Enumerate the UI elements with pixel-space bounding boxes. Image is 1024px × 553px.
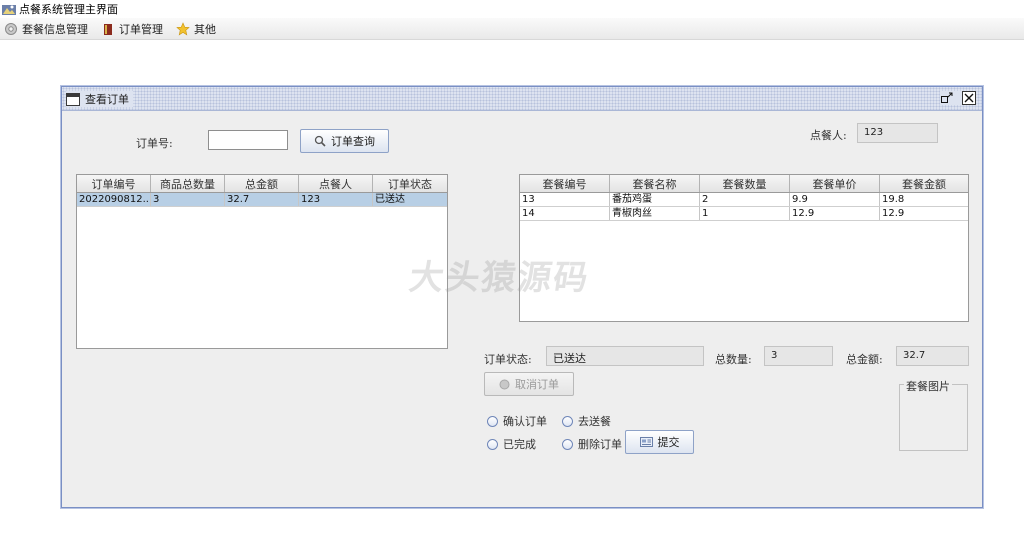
total-qty-label: 总数量: — [715, 353, 752, 366]
radio-confirm-order[interactable]: 确认订单 — [487, 413, 547, 429]
col-package-id[interactable]: 套餐编号 — [520, 175, 610, 192]
col-package-qty[interactable]: 套餐数量 — [700, 175, 790, 192]
total-amount-label: 总金额: — [846, 353, 883, 366]
items-table[interactable]: 套餐编号 套餐名称 套餐数量 套餐单价 套餐金额 13 番茄鸡蛋 2 9.9 1… — [519, 174, 969, 322]
items-table-header: 套餐编号 套餐名称 套餐数量 套餐单价 套餐金额 — [520, 175, 968, 193]
order-status-label: 订单状态: — [484, 353, 532, 366]
frame-titlebar[interactable]: 查看订单 — [62, 87, 982, 111]
col-total-amount[interactable]: 总金额 — [225, 175, 299, 192]
window-titlebar: 点餐系统管理主界面 — [0, 0, 345, 18]
orders-table[interactable]: 订单编号 商品总数量 总金额 点餐人 订单状态 2022090812... 3 … — [76, 174, 448, 349]
radio-completed-label: 已完成 — [503, 438, 536, 451]
cell-amount: 32.7 — [225, 193, 299, 206]
app-icon — [2, 3, 16, 15]
cell-package-name: 青椒肉丝 — [610, 207, 700, 220]
table-row[interactable]: 2022090812... 3 32.7 123 已送达 — [77, 193, 447, 207]
cell-package-amount: 19.8 — [882, 194, 905, 205]
menubar: 套餐信息管理 订单管理 其他 — [0, 18, 1024, 40]
col-customer[interactable]: 点餐人 — [299, 175, 373, 192]
search-icon — [314, 135, 326, 147]
close-icon[interactable] — [962, 91, 976, 105]
cell-customer: 123 — [299, 193, 373, 206]
cell-package-name: 番茄鸡蛋 — [610, 193, 700, 206]
card-icon — [639, 437, 653, 447]
cell-order-id: 2022090812... — [79, 193, 151, 206]
cell-package-qty: 1 — [700, 207, 790, 220]
book-icon — [101, 22, 115, 36]
cell-status: 已送达 — [375, 194, 405, 205]
radio-confirm-order-label: 确认订单 — [503, 415, 547, 428]
col-total-qty[interactable]: 商品总数量 — [151, 175, 225, 192]
order-query-label: 订单查询 — [331, 135, 375, 148]
cell-qty: 3 — [151, 193, 225, 206]
radio-deliver-label: 去送餐 — [578, 415, 611, 428]
cell-package-id: 13 — [520, 193, 610, 206]
menu-order-management-label: 订单管理 — [119, 22, 163, 36]
radio-circle[interactable] — [487, 415, 498, 427]
col-order-status[interactable]: 订单状态 — [373, 175, 447, 192]
cell-package-price: 9.9 — [790, 193, 880, 206]
order-query-button[interactable]: 订单查询 — [300, 129, 389, 153]
menu-package-info[interactable]: 套餐信息管理 — [4, 21, 88, 37]
col-package-amount[interactable]: 套餐金额 — [880, 175, 968, 192]
order-no-label: 订单号: — [136, 137, 173, 150]
order-no-input[interactable] — [208, 130, 288, 150]
total-qty-field: 3 — [764, 346, 833, 366]
cell-package-price: 12.9 — [790, 207, 880, 220]
submit-button[interactable]: 提交 — [625, 430, 694, 454]
cancel-order-button[interactable]: 取消订单 — [484, 372, 574, 396]
package-image-box: 套餐图片 — [899, 378, 968, 451]
table-row[interactable]: 14 青椒肉丝 1 12.9 12.9 — [520, 207, 968, 221]
col-package-price[interactable]: 套餐单价 — [790, 175, 880, 192]
cell-package-amount: 12.9 — [882, 208, 905, 219]
radio-delete-order-label: 删除订单 — [578, 438, 622, 451]
gear-icon — [4, 22, 18, 36]
menu-other[interactable]: 其他 — [176, 21, 216, 37]
customer-label: 点餐人: — [810, 129, 847, 142]
orders-table-header: 订单编号 商品总数量 总金额 点餐人 订单状态 — [77, 175, 447, 193]
col-order-id[interactable]: 订单编号 — [77, 175, 151, 192]
radio-circle[interactable] — [487, 438, 498, 450]
restore-icon[interactable] — [940, 91, 954, 105]
radio-circle[interactable] — [562, 415, 573, 427]
cell-package-id: 14 — [520, 207, 610, 220]
menu-order-management[interactable]: 订单管理 — [101, 21, 163, 37]
package-image-title: 套餐图片 — [904, 378, 952, 394]
cell-package-qty: 2 — [700, 193, 790, 206]
frame-title: 查看订单 — [85, 93, 129, 106]
submit-label: 提交 — [657, 436, 680, 449]
frame-window-icon — [66, 92, 80, 106]
cancel-order-label: 取消订单 — [515, 378, 559, 391]
table-row[interactable]: 13 番茄鸡蛋 2 9.9 19.8 — [520, 193, 968, 207]
col-package-name[interactable]: 套餐名称 — [610, 175, 700, 192]
radio-circle[interactable] — [562, 438, 573, 450]
customer-field: 123 — [857, 123, 938, 143]
menu-package-info-label: 套餐信息管理 — [22, 22, 88, 36]
radio-deliver[interactable]: 去送餐 — [562, 413, 611, 429]
radio-completed[interactable]: 已完成 — [487, 436, 536, 452]
radio-delete-order[interactable]: 删除订单 — [562, 436, 622, 452]
menu-other-label: 其他 — [194, 22, 216, 36]
total-amount-field: 32.7 — [896, 346, 969, 366]
window-title: 点餐系统管理主界面 — [19, 3, 118, 16]
cancel-icon — [499, 379, 510, 390]
order-status-field: 已送达 — [546, 346, 704, 366]
star-icon — [176, 21, 190, 36]
view-orders-frame: 查看订单 订单号: 订单查询 点餐人: 123 订单编号 商品总数量 总金额 点… — [61, 86, 983, 508]
